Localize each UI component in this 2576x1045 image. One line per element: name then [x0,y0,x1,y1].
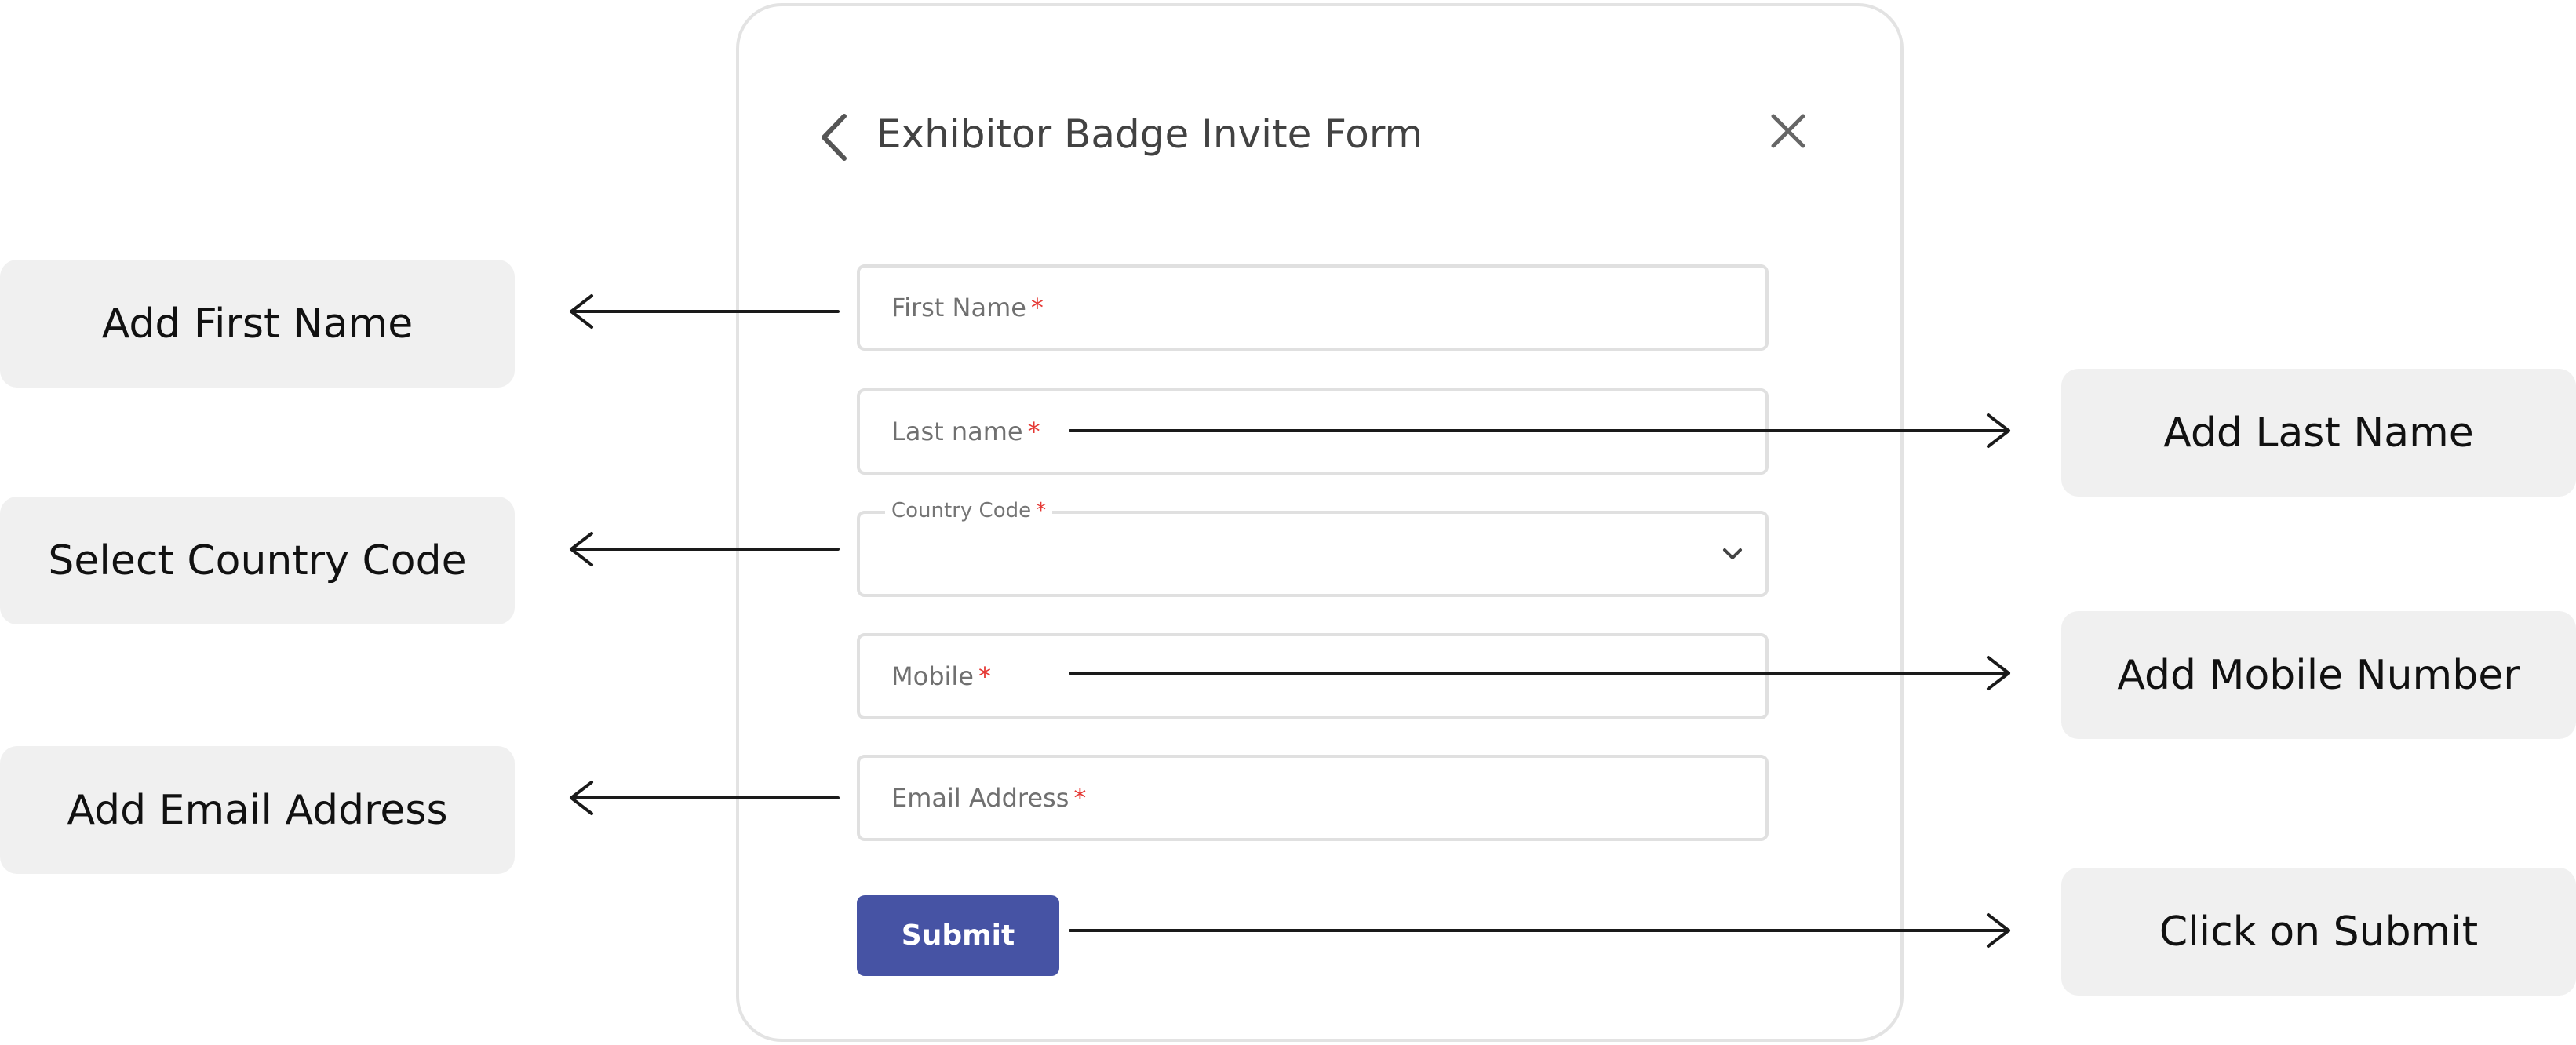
callout-mobile: Add Mobile Number [2061,611,2576,739]
page-title: Exhibitor Badge Invite Form [876,111,1423,157]
chevron-down-icon[interactable] [1718,542,1747,566]
back-icon[interactable] [816,111,855,163]
first-name-placeholder: First Name * [891,293,1044,322]
submit-button[interactable]: Submit [857,895,1059,976]
callout-email: Add Email Address [0,746,515,874]
callout-last-name: Add Last Name [2061,369,2576,497]
country-code-label: Country Code * [885,497,1053,525]
country-code-select[interactable]: Country Code * [857,497,1769,597]
first-name-field[interactable]: First Name * [857,264,1769,351]
email-field[interactable]: Email Address * [857,755,1769,841]
callout-submit: Click on Submit [2061,868,2576,996]
mobile-placeholder: Mobile * [891,661,991,691]
last-name-field[interactable]: Last name * [857,388,1769,475]
callout-country-code: Select Country Code [0,497,515,624]
callout-first-name: Add First Name [0,260,515,388]
mobile-field[interactable]: Mobile * [857,633,1769,719]
email-placeholder: Email Address * [891,783,1087,813]
close-icon[interactable] [1769,111,1808,151]
last-name-placeholder: Last name * [891,417,1040,446]
